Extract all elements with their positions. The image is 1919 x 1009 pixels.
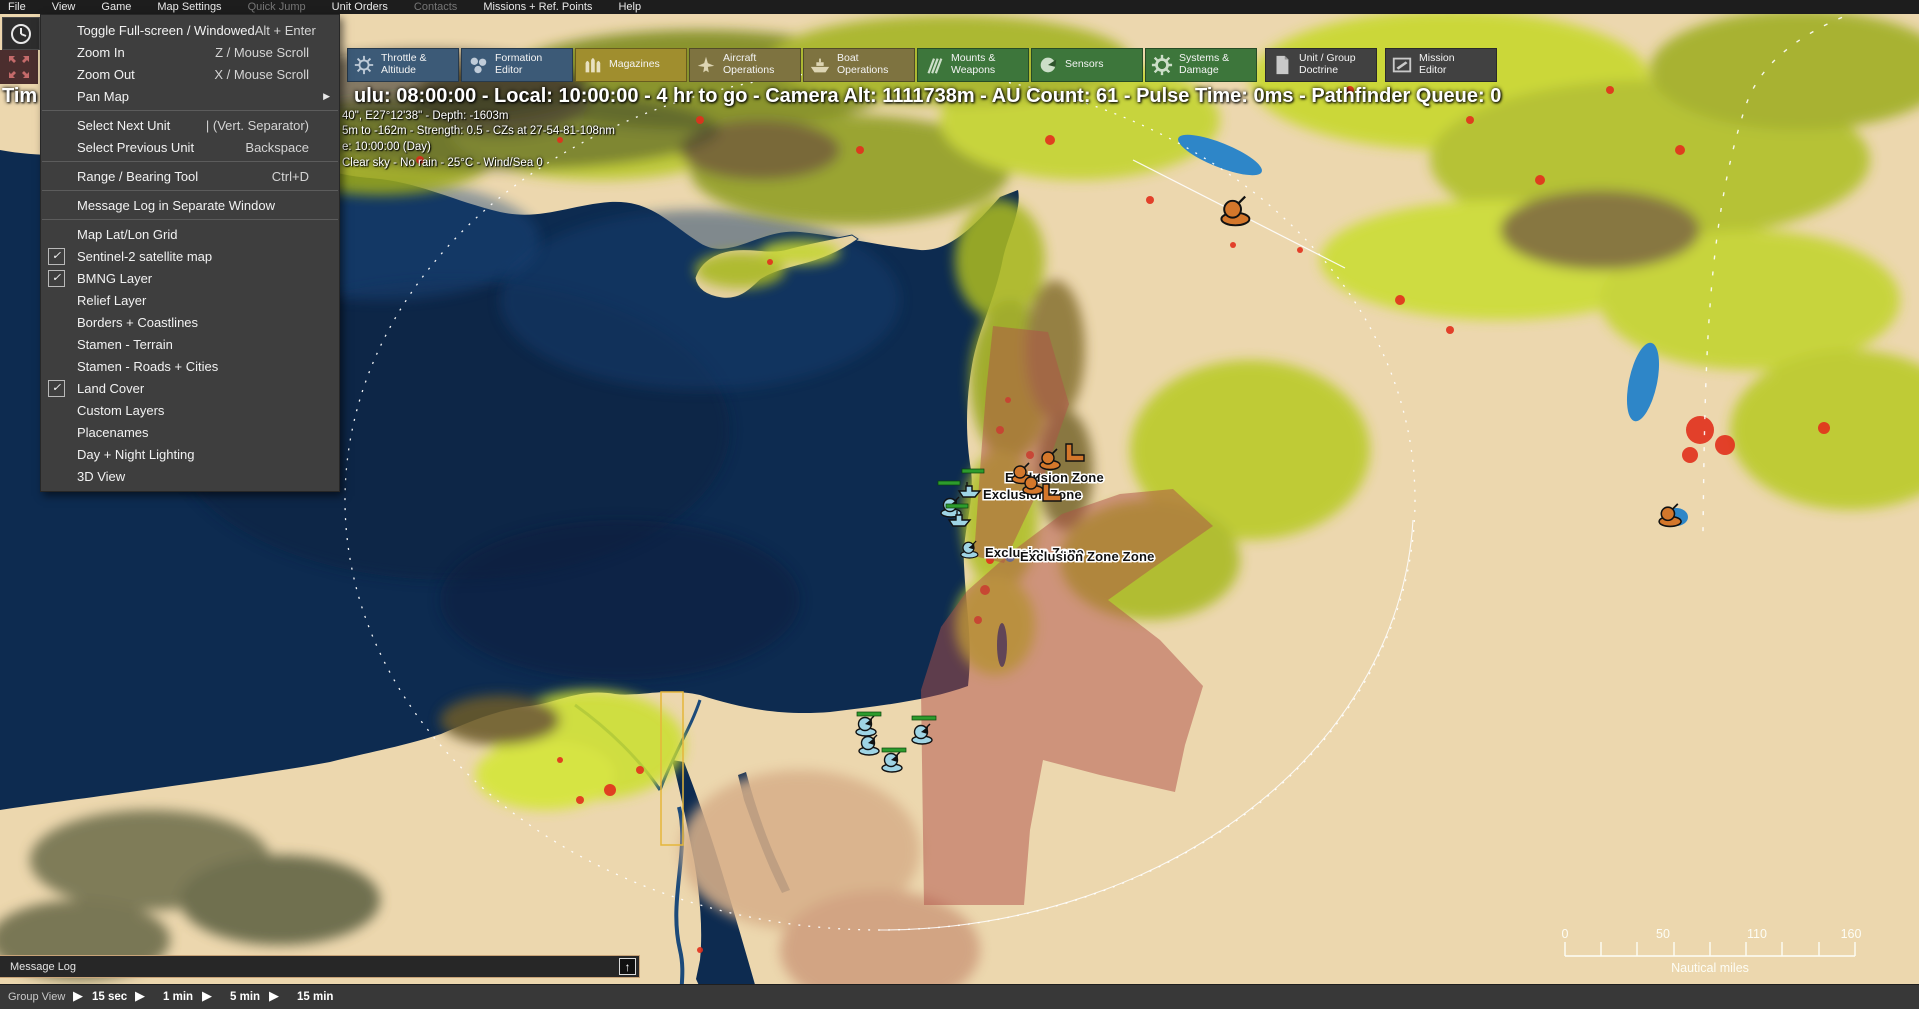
view-menu-item-borders-coastlines[interactable]: Borders + Coastlines bbox=[41, 311, 339, 333]
interval-5min-button[interactable]: 5 min bbox=[230, 991, 260, 1003]
checkmark-icon: ✓ bbox=[48, 270, 65, 287]
checkmark-icon: ✓ bbox=[48, 380, 65, 397]
group-view-label[interactable]: Group View bbox=[8, 991, 65, 1003]
view-menu-item-stamen-terrain[interactable]: Stamen - Terrain bbox=[41, 333, 339, 355]
sonar-layer-line: 5m to -162m - Strength: 0.5 - CZs at 27-… bbox=[342, 125, 615, 137]
view-menu-dropdown: Toggle Full-screen / WindowedAlt + Enter… bbox=[40, 14, 340, 492]
menu-file[interactable]: File bbox=[8, 1, 26, 13]
time-control-bar: Group View ▶ 15 sec ▶ 1 min ▶ 5 min ▶ 15… bbox=[0, 984, 1919, 1009]
view-menu-item-select-next-unit[interactable]: Select Next Unit| (Vert. Separator) bbox=[41, 114, 339, 136]
bullets-icon bbox=[579, 54, 605, 76]
interval-15min-button[interactable]: 15 min bbox=[297, 991, 333, 1003]
time-label-fragment: Tim bbox=[2, 85, 37, 108]
scale-tick-label: 110 bbox=[1747, 927, 1767, 941]
magazines-button[interactable]: Magazines bbox=[575, 48, 687, 82]
play-arrow-icon[interactable]: ▶ bbox=[202, 988, 212, 1004]
message-log-bar[interactable]: Message Log ↑ bbox=[0, 955, 640, 978]
view-menu-item-message-log-separate-window[interactable]: Message Log in Separate Window bbox=[41, 194, 339, 216]
view-menu-item-bmng-layer[interactable]: ✓ BMNG Layer bbox=[41, 267, 339, 289]
interval-15sec-button[interactable]: 15 sec bbox=[92, 991, 127, 1003]
local-time-line: e: 10:00:00 (Day) bbox=[342, 141, 431, 153]
exclusion-zone-label: Exclusion Zone Zone bbox=[1020, 549, 1155, 564]
document-icon bbox=[1269, 54, 1295, 76]
view-menu-item-day-night-lighting[interactable]: Day + Night Lighting bbox=[41, 443, 339, 465]
scale-tick-label: 50 bbox=[1656, 927, 1670, 941]
message-log-expand-button[interactable]: ↑ bbox=[619, 958, 636, 975]
aircraft-icon bbox=[693, 54, 719, 76]
view-menu-item-range-bearing-tool[interactable]: Range / Bearing ToolCtrl+D bbox=[41, 165, 339, 187]
mounts-weapons-button[interactable]: Mounts &Weapons bbox=[917, 48, 1029, 82]
time-compression-button[interactable] bbox=[2, 17, 40, 50]
view-menu-item-toggle-fullscreen[interactable]: Toggle Full-screen / WindowedAlt + Enter bbox=[41, 19, 339, 41]
scale-unit-label: Nautical miles bbox=[1671, 961, 1749, 975]
radar-icon bbox=[1035, 54, 1061, 76]
menu-separator bbox=[42, 161, 338, 162]
view-menu-item-land-cover[interactable]: ✓ Land Cover bbox=[41, 377, 339, 399]
play-arrow-icon[interactable]: ▶ bbox=[73, 988, 83, 1004]
menu-map-settings[interactable]: Map Settings bbox=[157, 1, 221, 13]
status-banner: ulu: 08:00:00 - Local: 10:00:00 - 4 hr t… bbox=[354, 85, 1501, 108]
contract-arrows-icon bbox=[5, 54, 33, 80]
submenu-arrow-icon: ▶ bbox=[323, 91, 330, 102]
menu-separator bbox=[42, 110, 338, 111]
menu-separator bbox=[42, 190, 338, 191]
play-arrow-icon[interactable]: ▶ bbox=[135, 988, 145, 1004]
unit-group-doctrine-button[interactable]: Unit / GroupDoctrine bbox=[1265, 48, 1377, 82]
boat-operations-button[interactable]: BoatOperations bbox=[803, 48, 915, 82]
checkmark-icon: ✓ bbox=[48, 248, 65, 265]
menu-view[interactable]: View bbox=[52, 1, 76, 13]
formation-editor-button[interactable]: FormationEditor bbox=[461, 48, 573, 82]
message-log-title: Message Log bbox=[0, 961, 76, 973]
gear-icon bbox=[1149, 54, 1175, 76]
interval-1min-button[interactable]: 1 min bbox=[163, 991, 193, 1003]
view-menu-item-stamen-roads-cities[interactable]: Stamen - Roads + Cities bbox=[41, 355, 339, 377]
formation-icon bbox=[465, 54, 491, 76]
helm-icon bbox=[351, 54, 377, 76]
weather-line: Clear sky - No rain - 25°C - Wind/Sea 0 bbox=[342, 157, 543, 169]
boat-icon bbox=[807, 54, 833, 76]
menu-missions-ref-points[interactable]: Missions + Ref. Points bbox=[483, 1, 592, 13]
missiles-icon bbox=[921, 54, 947, 76]
view-menu-item-select-previous-unit[interactable]: Select Previous UnitBackspace bbox=[41, 136, 339, 158]
view-menu-item-zoom-out[interactable]: Zoom OutX / Mouse Scroll bbox=[41, 63, 339, 85]
menu-bar: File View Game Map Settings Quick Jump U… bbox=[0, 0, 1919, 14]
scale-tick-label: 0 bbox=[1562, 927, 1569, 941]
menu-quick-jump: Quick Jump bbox=[248, 1, 306, 13]
menu-help[interactable]: Help bbox=[618, 1, 641, 13]
clock-icon bbox=[9, 22, 33, 46]
menu-contacts: Contacts bbox=[414, 1, 457, 13]
menu-unit-orders[interactable]: Unit Orders bbox=[332, 1, 388, 13]
view-menu-item-placenames[interactable]: Placenames bbox=[41, 421, 339, 443]
play-arrow-icon[interactable]: ▶ bbox=[269, 988, 279, 1004]
view-menu-item-relief-layer[interactable]: Relief Layer bbox=[41, 289, 339, 311]
center-on-selection-button[interactable] bbox=[0, 50, 38, 84]
view-menu-item-map-latlon-grid[interactable]: Map Lat/Lon Grid bbox=[41, 223, 339, 245]
menu-game[interactable]: Game bbox=[101, 1, 131, 13]
systems-damage-button[interactable]: Systems &Damage bbox=[1145, 48, 1257, 82]
view-menu-item-zoom-in[interactable]: Zoom InZ / Mouse Scroll bbox=[41, 41, 339, 63]
cursor-position-line: 40", E27°12'38" - Depth: -1603m bbox=[342, 110, 508, 122]
throttle-altitude-button[interactable]: Throttle &Altitude bbox=[347, 48, 459, 82]
view-menu-item-sentinel2-satellite-map[interactable]: ✓ Sentinel-2 satellite map bbox=[41, 245, 339, 267]
view-menu-item-pan-map[interactable]: Pan Map ▶ bbox=[41, 85, 339, 107]
scale-tick-label: 160 bbox=[1841, 927, 1862, 941]
clipboard-pencil-icon bbox=[1389, 54, 1415, 76]
aircraft-operations-button[interactable]: AircraftOperations bbox=[689, 48, 801, 82]
menu-separator bbox=[42, 219, 338, 220]
sensors-button[interactable]: Sensors bbox=[1031, 48, 1143, 82]
view-menu-item-custom-layers[interactable]: Custom Layers bbox=[41, 399, 339, 421]
mission-editor-button[interactable]: MissionEditor bbox=[1385, 48, 1497, 82]
toolbar: Throttle &Altitude FormationEditor Magaz… bbox=[347, 48, 1497, 82]
view-menu-item-3d-view[interactable]: 3D View bbox=[41, 465, 339, 487]
